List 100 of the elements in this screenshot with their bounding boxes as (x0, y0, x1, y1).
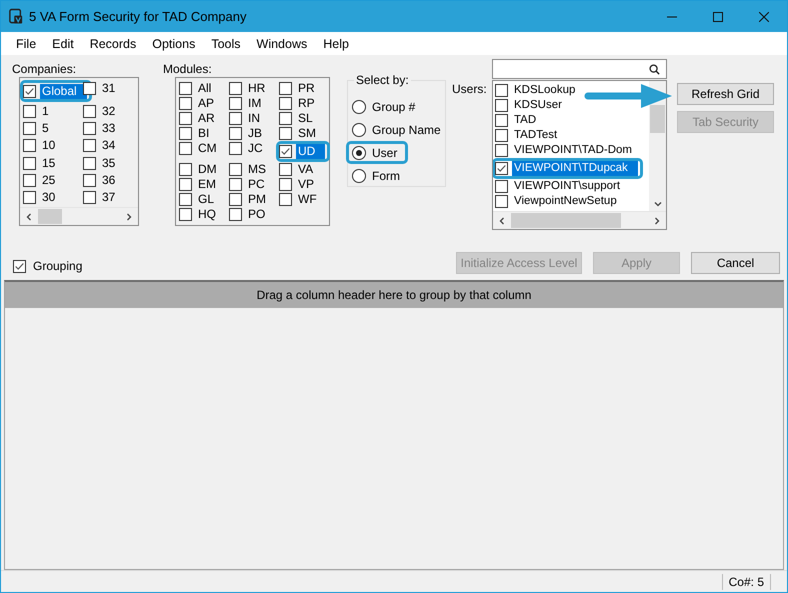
checkbox[interactable] (229, 112, 242, 125)
menu-item[interactable]: Tools (203, 36, 249, 50)
checkbox[interactable] (279, 112, 292, 125)
module-item[interactable]: RP (296, 96, 317, 111)
scroll-left-icon[interactable] (25, 212, 33, 220)
checkbox[interactable] (23, 84, 36, 98)
checkbox[interactable] (495, 144, 508, 157)
scroll-right-icon[interactable] (125, 212, 133, 220)
module-item[interactable]: HQ (196, 207, 218, 222)
module-item[interactable]: BI (196, 126, 212, 141)
module-item[interactable]: PC (246, 177, 267, 192)
module-item[interactable]: MS (246, 162, 268, 177)
checkbox[interactable] (229, 193, 242, 206)
checkbox[interactable] (279, 193, 292, 206)
scroll-down-icon[interactable] (654, 200, 662, 208)
menu-item[interactable]: Options (144, 36, 204, 50)
checkbox[interactable] (179, 163, 192, 176)
user-item[interactable]: KDSUser (512, 98, 564, 113)
checkbox[interactable] (23, 122, 36, 136)
company-item[interactable]: 25 (40, 172, 58, 188)
checkbox[interactable] (229, 163, 242, 176)
close-icon[interactable] (759, 12, 769, 22)
scrollbar-thumb[interactable] (650, 105, 665, 133)
checkbox[interactable] (83, 104, 96, 118)
checkbox[interactable] (83, 156, 96, 170)
module-item[interactable]: VA (296, 162, 316, 177)
checkbox[interactable] (229, 208, 242, 221)
checkbox[interactable] (83, 139, 96, 152)
search-icon[interactable] (649, 64, 660, 74)
checkbox[interactable] (179, 208, 192, 221)
menu-item[interactable]: Windows (248, 36, 316, 50)
checkbox[interactable] (229, 178, 242, 191)
checkbox[interactable] (179, 127, 192, 140)
checkbox[interactable] (179, 82, 192, 95)
horizontal-scrollbar[interactable] (20, 207, 138, 225)
module-item[interactable]: DM (196, 162, 219, 177)
checkbox[interactable] (279, 163, 292, 176)
search-field[interactable] (492, 59, 667, 79)
horizontal-scrollbar[interactable] (493, 211, 666, 229)
side-button[interactable]: Refresh Grid (677, 83, 774, 105)
checkbox[interactable] (179, 112, 192, 125)
module-item[interactable]: IM (246, 96, 264, 111)
company-item[interactable]: 1 (40, 104, 51, 119)
company-item[interactable]: Global (40, 84, 87, 98)
company-item[interactable]: 34 (100, 138, 118, 154)
company-item[interactable]: 33 (100, 121, 118, 136)
module-item[interactable]: SM (296, 126, 318, 141)
checkbox[interactable] (279, 82, 292, 95)
checkbox[interactable] (279, 127, 292, 140)
user-item[interactable]: VIEWPOINT\TDupcak (512, 161, 638, 176)
module-item[interactable]: UD (296, 144, 326, 159)
user-item[interactable]: ViewpointNewSetup (512, 194, 619, 209)
user-item[interactable]: TAD (512, 113, 538, 128)
checkbox[interactable] (23, 191, 36, 204)
vertical-scrollbar[interactable] (649, 81, 666, 211)
module-item[interactable]: SL (296, 111, 315, 126)
module-item[interactable]: AR (196, 111, 217, 126)
checkbox[interactable] (13, 260, 26, 272)
checkbox[interactable] (179, 178, 192, 191)
module-item[interactable]: HR (246, 81, 268, 96)
checkbox[interactable] (495, 162, 508, 175)
checkbox[interactable] (23, 104, 36, 118)
checkbox[interactable] (495, 129, 508, 142)
menu-item[interactable]: Help (315, 36, 357, 50)
scrollbar-thumb[interactable] (511, 213, 621, 228)
checkbox[interactable] (179, 142, 192, 155)
module-item[interactable]: EM (196, 177, 218, 192)
company-item[interactable]: 35 (100, 156, 118, 171)
radio-button[interactable] (352, 122, 366, 136)
menu-item[interactable]: File (8, 36, 44, 50)
checkbox[interactable] (279, 145, 292, 158)
company-item[interactable]: 15 (40, 156, 58, 171)
company-item[interactable]: 36 (100, 172, 118, 188)
checkbox[interactable] (83, 191, 96, 204)
menu-item[interactable]: Edit (44, 36, 82, 50)
company-item[interactable]: 10 (40, 138, 58, 154)
module-item[interactable]: CM (196, 141, 219, 156)
module-item[interactable]: JC (246, 141, 265, 156)
module-item[interactable]: PR (296, 81, 317, 96)
module-item[interactable]: WF (296, 192, 319, 207)
checkbox[interactable] (83, 174, 96, 187)
checkbox[interactable] (495, 180, 508, 193)
menu-item[interactable]: Records (82, 36, 144, 50)
module-item[interactable]: JB (246, 126, 264, 141)
company-item[interactable]: 30 (40, 190, 58, 206)
maximize-icon[interactable] (713, 12, 723, 22)
checkbox[interactable] (179, 193, 192, 206)
module-item[interactable]: All (196, 81, 214, 96)
checkbox[interactable] (495, 84, 508, 97)
checkbox[interactable] (23, 156, 36, 170)
user-item[interactable]: KDSLookup (512, 83, 578, 98)
scroll-right-icon[interactable] (653, 216, 661, 224)
checkbox[interactable] (83, 122, 96, 136)
user-item[interactable]: VIEWPOINT\support (512, 179, 622, 194)
module-item[interactable]: GL (196, 192, 216, 207)
module-item[interactable]: IN (246, 111, 262, 126)
company-item[interactable]: 32 (100, 104, 118, 119)
module-item[interactable]: VP (296, 177, 316, 192)
module-item[interactable]: PO (246, 207, 268, 222)
radio-button[interactable] (352, 168, 366, 182)
